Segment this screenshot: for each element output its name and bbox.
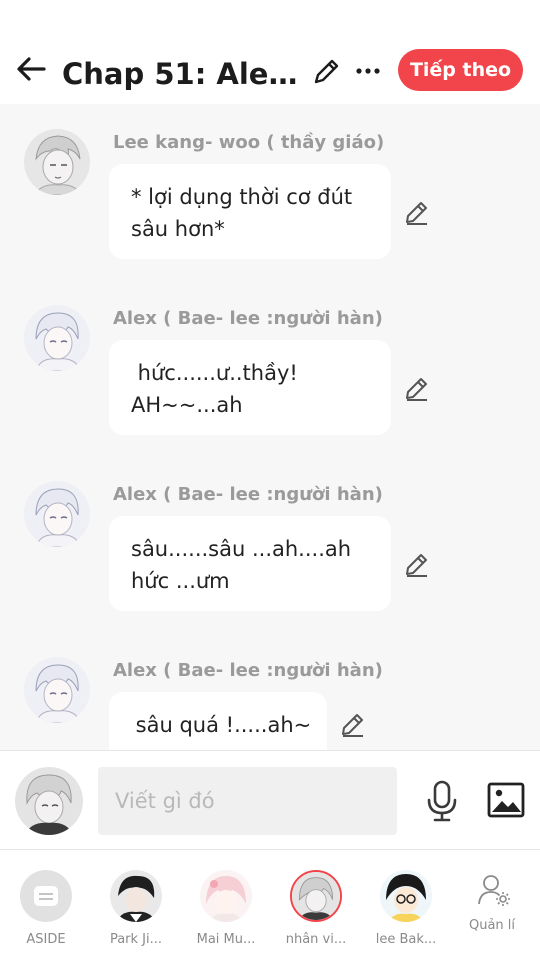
manage-label: Quản lí bbox=[468, 918, 516, 933]
edit-message-icon[interactable] bbox=[339, 710, 367, 738]
top-bar: Chap 51: Alex v... Tiếp theo bbox=[0, 0, 540, 104]
current-character-avatar[interactable] bbox=[15, 767, 83, 835]
chapter-title: Chap 51: Alex v... bbox=[62, 57, 306, 91]
tab-character[interactable]: Park Ji... bbox=[96, 870, 176, 960]
back-arrow-icon[interactable] bbox=[14, 52, 50, 86]
manage-button[interactable]: Quản lí bbox=[460, 872, 524, 942]
next-chapter-button[interactable]: Tiếp theo bbox=[398, 49, 523, 91]
sender-name: Alex ( Bae- lee :người hàn) bbox=[113, 484, 383, 505]
message-line: sâu quá !.....ah~ bbox=[129, 713, 312, 737]
sender-name: Lee kang- woo ( thầy giáo) bbox=[113, 132, 385, 153]
message-bubble[interactable]: * lợi dụng thời cơ đút sâu hơn* bbox=[109, 164, 391, 259]
user-settings-icon bbox=[478, 875, 510, 906]
message-bubble[interactable]: sâu quá !.....ah~ bbox=[109, 692, 327, 750]
tab-character[interactable]: lee Bak... bbox=[366, 870, 446, 960]
tab-aside[interactable]: ASIDE bbox=[6, 870, 86, 960]
character-tabbar: ASIDE Park Ji... Mai Mu... nhân vi... le… bbox=[0, 850, 540, 960]
tab-character[interactable]: Mai Mu... bbox=[186, 870, 266, 960]
message-bubble[interactable]: sâu......sâu ...ah....ah hức ...ưm bbox=[109, 516, 391, 611]
message-line: hức......ư..thầy! bbox=[131, 361, 298, 385]
avatar[interactable] bbox=[24, 129, 90, 195]
avatar bbox=[380, 870, 432, 922]
message-line: sâu hơn* bbox=[131, 217, 225, 241]
tab-label: lee Bak... bbox=[375, 932, 437, 947]
microphone-icon[interactable] bbox=[422, 779, 462, 823]
avatar bbox=[200, 870, 252, 922]
avatar[interactable] bbox=[24, 305, 90, 371]
pencil-icon[interactable] bbox=[312, 56, 342, 86]
image-icon[interactable] bbox=[486, 781, 526, 819]
message-bubble[interactable]: hức......ư..thầy! AH~~...ah bbox=[109, 340, 391, 435]
chat-thread[interactable]: Lee kang- woo ( thầy giáo) * lợi dụng th… bbox=[0, 104, 540, 750]
message-line: hức ...ưm bbox=[131, 569, 230, 593]
message-line: AH~~...ah bbox=[131, 393, 243, 417]
tab-label: Park Ji... bbox=[109, 932, 163, 947]
edit-message-icon[interactable] bbox=[403, 198, 431, 226]
edit-message-icon[interactable] bbox=[403, 550, 431, 578]
more-icon[interactable] bbox=[352, 56, 384, 86]
aside-avatar bbox=[20, 870, 72, 922]
message-line: sâu......sâu ...ah....ah bbox=[131, 537, 352, 561]
message-line: * lợi dụng thời cơ đút bbox=[131, 185, 353, 209]
message-composer bbox=[0, 750, 540, 850]
avatar bbox=[290, 870, 342, 922]
message-input[interactable] bbox=[98, 767, 397, 835]
edit-message-icon[interactable] bbox=[403, 374, 431, 402]
tab-label: ASIDE bbox=[26, 932, 66, 947]
tab-character-active[interactable]: nhân vi... bbox=[276, 870, 356, 960]
sender-name: Alex ( Bae- lee :người hàn) bbox=[113, 660, 383, 681]
avatar[interactable] bbox=[24, 657, 90, 723]
tab-label: nhân vi... bbox=[285, 932, 347, 947]
sender-name: Alex ( Bae- lee :người hàn) bbox=[113, 308, 383, 329]
avatar bbox=[110, 870, 162, 922]
tab-label: Mai Mu... bbox=[196, 932, 256, 947]
avatar[interactable] bbox=[24, 481, 90, 547]
